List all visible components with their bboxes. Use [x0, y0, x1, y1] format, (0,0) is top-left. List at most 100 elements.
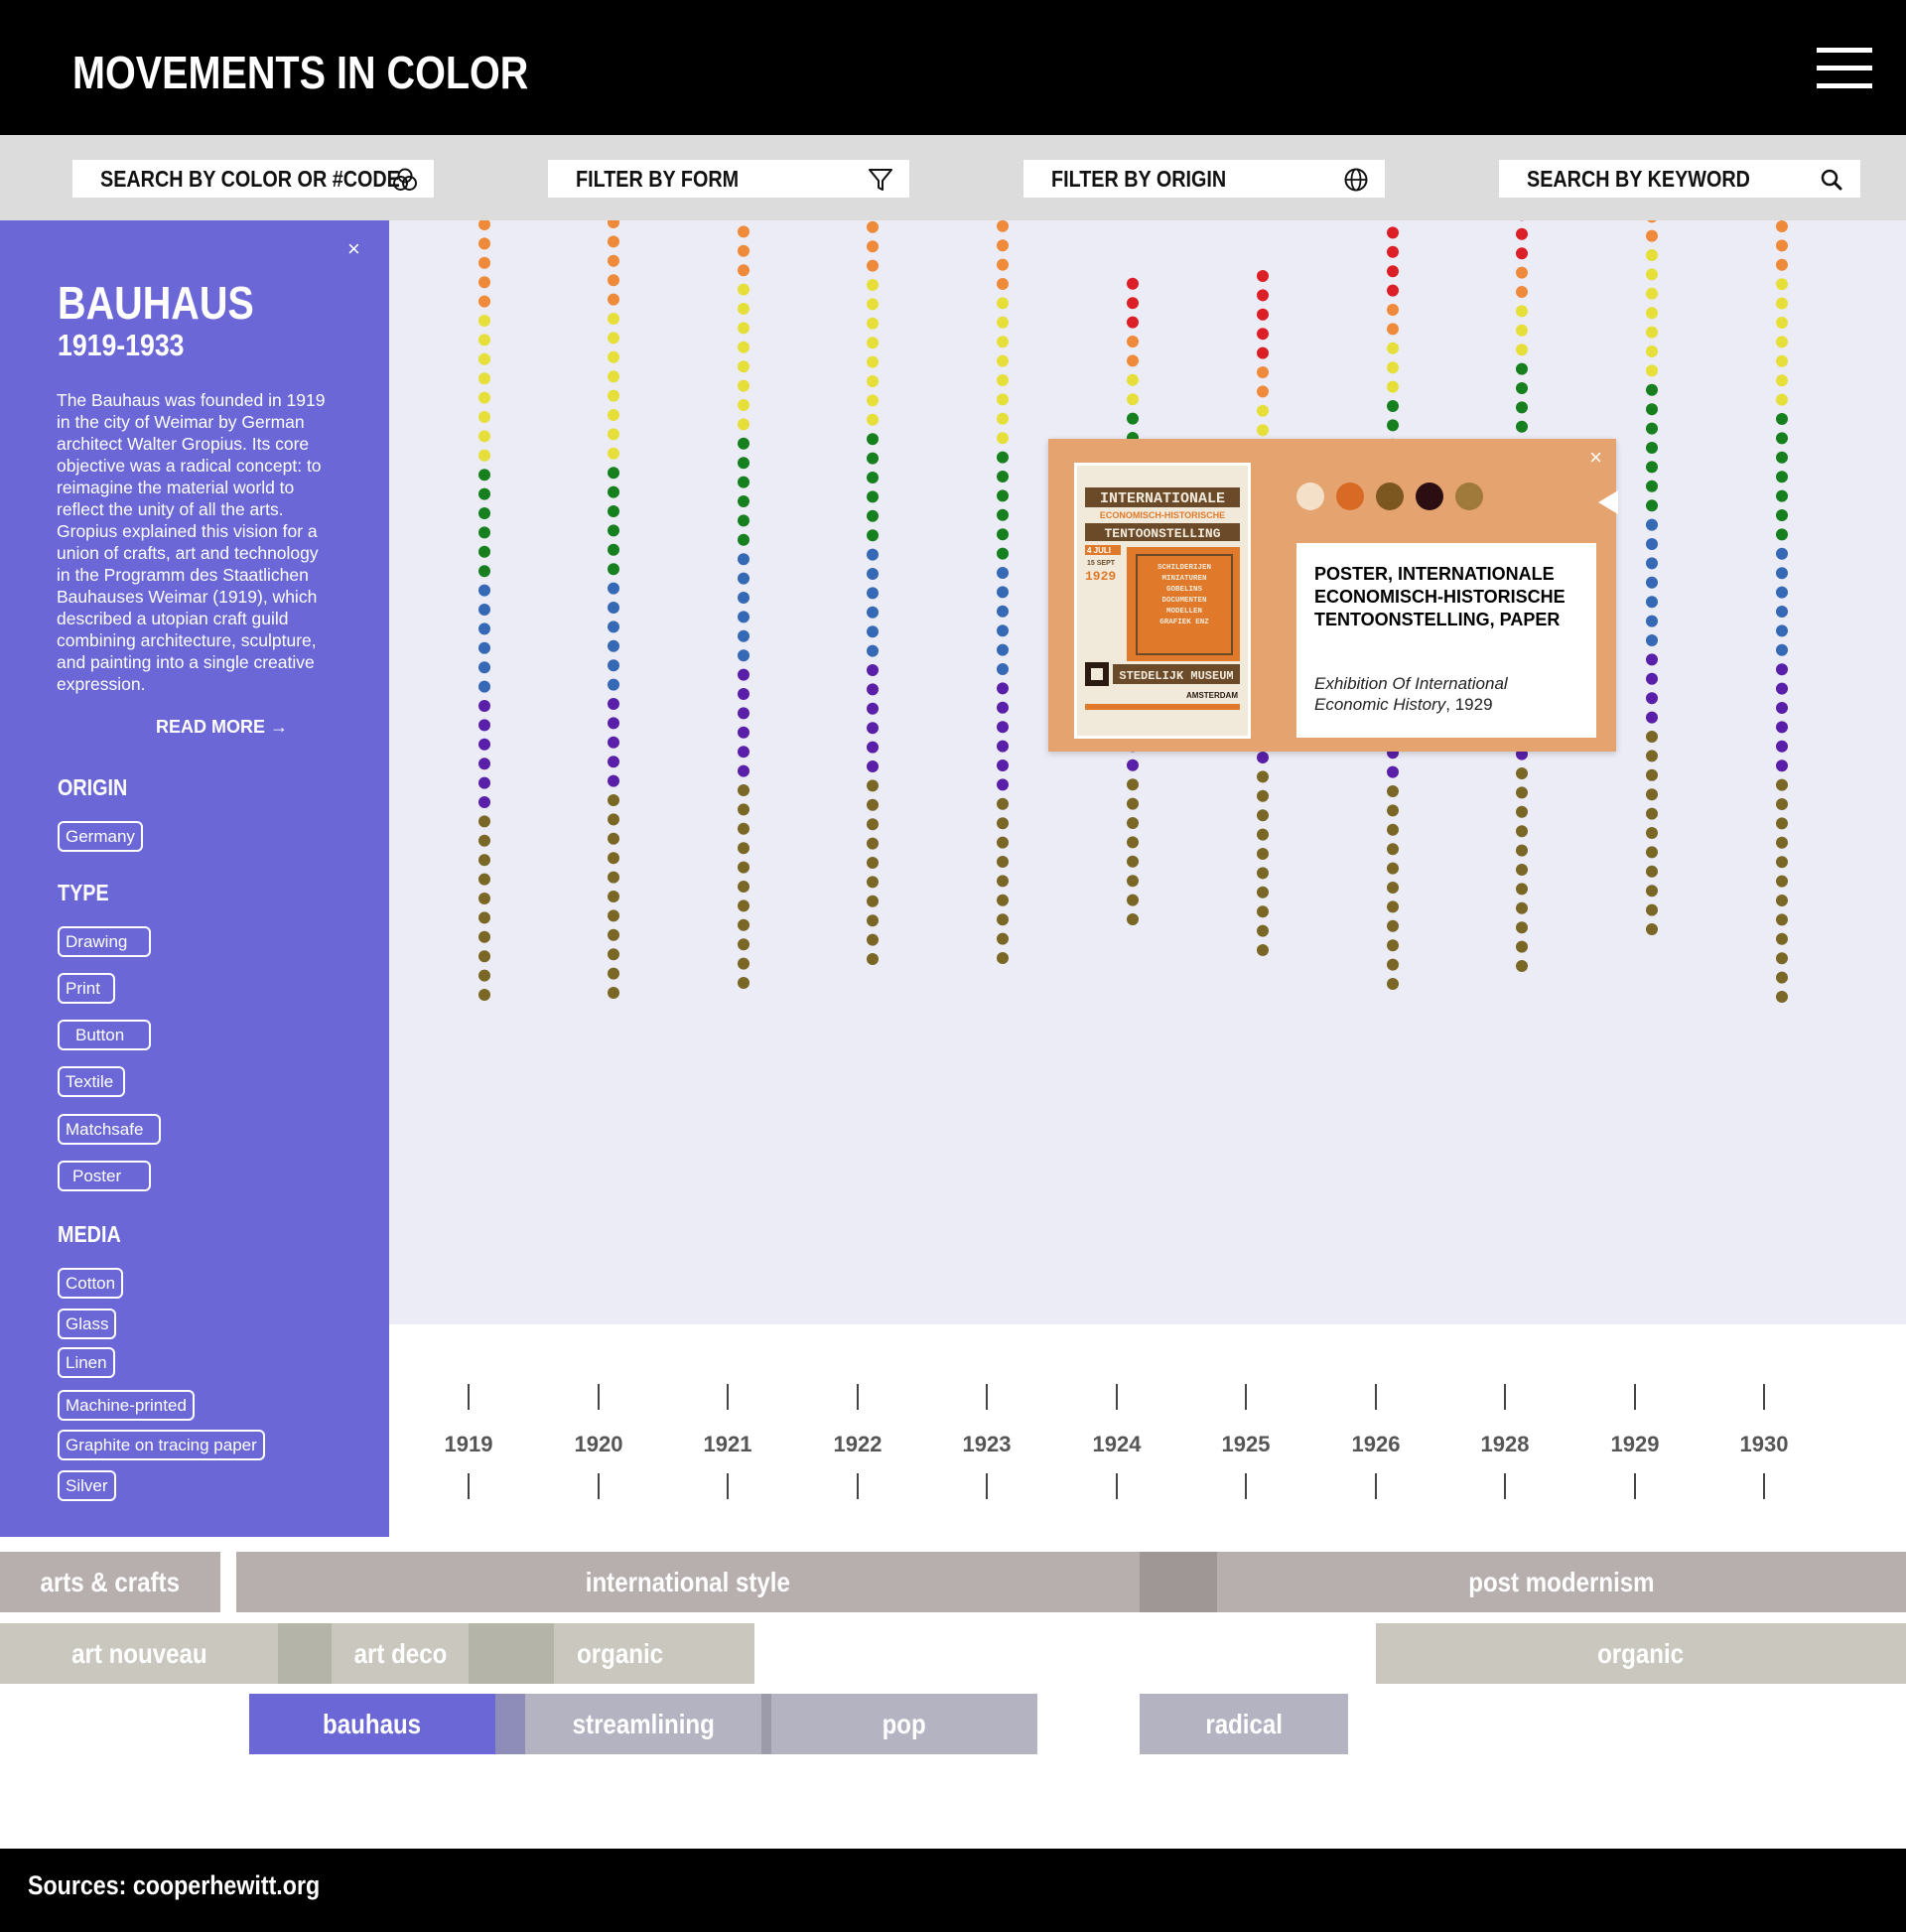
color-dot[interactable]	[738, 533, 749, 546]
color-dot[interactable]	[608, 928, 619, 941]
color-dot[interactable]	[608, 852, 619, 865]
color-dot[interactable]	[478, 276, 490, 289]
color-dot[interactable]	[1516, 305, 1528, 318]
read-more-link[interactable]: READ MORE →	[156, 717, 288, 738]
color-dot[interactable]	[478, 449, 490, 462]
color-dot[interactable]	[867, 722, 879, 735]
color-dot[interactable]	[997, 432, 1009, 445]
color-dot[interactable]	[1257, 366, 1269, 378]
media-chip[interactable]: Linen	[58, 1347, 115, 1378]
color-dot[interactable]	[608, 659, 619, 672]
color-dot[interactable]	[478, 220, 490, 230]
color-dot[interactable]	[738, 918, 749, 931]
color-dot[interactable]	[738, 803, 749, 816]
color-dot[interactable]	[1127, 373, 1139, 386]
color-dot[interactable]	[997, 778, 1009, 791]
color-dot[interactable]	[1127, 393, 1139, 406]
color-dot[interactable]	[608, 678, 619, 691]
color-dot[interactable]	[738, 592, 749, 604]
color-dot[interactable]	[1257, 848, 1269, 860]
color-dot[interactable]	[1387, 823, 1399, 836]
color-dot[interactable]	[1516, 344, 1528, 356]
color-dot[interactable]	[1646, 307, 1658, 320]
color-dot[interactable]	[1776, 336, 1788, 348]
color-dot[interactable]	[1127, 913, 1139, 925]
color-dot[interactable]	[1127, 277, 1139, 290]
color-dot[interactable]	[1776, 798, 1788, 810]
color-dot[interactable]	[997, 316, 1009, 329]
color-dot[interactable]	[1127, 875, 1139, 888]
color-dot[interactable]	[997, 586, 1009, 599]
color-dot[interactable]	[608, 332, 619, 345]
color-dot[interactable]	[738, 899, 749, 912]
color-dot[interactable]	[1387, 380, 1399, 393]
color-dot[interactable]	[1387, 900, 1399, 913]
color-dot[interactable]	[867, 279, 879, 291]
color-dot[interactable]	[1127, 412, 1139, 425]
color-dot[interactable]	[867, 779, 879, 792]
color-dot[interactable]	[1387, 284, 1399, 297]
color-dot[interactable]	[738, 244, 749, 257]
color-dot[interactable]	[1257, 924, 1269, 937]
color-dot[interactable]	[1776, 509, 1788, 521]
color-dot[interactable]	[1516, 362, 1528, 375]
movement-band-bauhaus[interactable]: bauhaus	[249, 1694, 495, 1754]
color-dot[interactable]	[478, 950, 490, 963]
color-dot[interactable]	[738, 746, 749, 759]
color-dot[interactable]	[478, 700, 490, 712]
color-dot[interactable]	[1127, 316, 1139, 329]
color-dot[interactable]	[1257, 346, 1269, 359]
color-dot[interactable]	[997, 952, 1009, 964]
type-chip[interactable]: Print	[58, 973, 115, 1004]
color-dot[interactable]	[997, 547, 1009, 560]
color-dot[interactable]	[738, 977, 749, 989]
color-dot[interactable]	[738, 437, 749, 450]
movement-band-international-style[interactable]: international style	[236, 1552, 1140, 1612]
color-dot[interactable]	[1646, 345, 1658, 357]
color-dot[interactable]	[1257, 770, 1269, 783]
color-dot[interactable]	[1387, 304, 1399, 316]
color-dot[interactable]	[1646, 326, 1658, 339]
form-filter-dropdown[interactable]: FILTER BY FORM	[548, 160, 909, 198]
color-dot[interactable]	[997, 913, 1009, 926]
color-dot[interactable]	[1776, 393, 1788, 406]
color-dot[interactable]	[738, 629, 749, 642]
color-dot[interactable]	[997, 643, 1009, 656]
color-dot[interactable]	[608, 350, 619, 363]
color-dot[interactable]	[608, 698, 619, 710]
color-dot[interactable]	[997, 354, 1009, 367]
color-dot[interactable]	[867, 914, 879, 927]
color-dot[interactable]	[997, 817, 1009, 830]
color-dot[interactable]	[738, 726, 749, 739]
color-dot[interactable]	[608, 235, 619, 248]
color-dot[interactable]	[1257, 905, 1269, 918]
color-dot[interactable]	[478, 352, 490, 365]
color-dot[interactable]	[1776, 471, 1788, 483]
color-dot[interactable]	[997, 451, 1009, 464]
color-dot[interactable]	[867, 298, 879, 311]
color-dot[interactable]	[1646, 672, 1658, 685]
color-dot[interactable]	[478, 930, 490, 943]
color-dot[interactable]	[867, 509, 879, 522]
movement-band-organic[interactable]: organic	[554, 1623, 754, 1684]
color-dot[interactable]	[478, 430, 490, 443]
color-dot[interactable]	[867, 953, 879, 965]
color-dot[interactable]	[1646, 499, 1658, 512]
color-dot[interactable]	[867, 625, 879, 638]
color-dot[interactable]	[1646, 865, 1658, 878]
color-dot[interactable]	[1776, 682, 1788, 695]
color-dot[interactable]	[1776, 778, 1788, 791]
color-dot[interactable]	[1646, 461, 1658, 474]
color-dot[interactable]	[997, 374, 1009, 386]
color-dot[interactable]	[608, 948, 619, 961]
color-dot[interactable]	[1776, 606, 1788, 618]
color-dot[interactable]	[1646, 788, 1658, 801]
color-dot[interactable]	[478, 526, 490, 539]
color-dot[interactable]	[608, 293, 619, 306]
color-dot[interactable]	[608, 389, 619, 402]
color-dot[interactable]	[1516, 940, 1528, 953]
color-dot[interactable]	[997, 471, 1009, 483]
color-dot[interactable]	[1646, 268, 1658, 281]
color-dot[interactable]	[738, 225, 749, 238]
color-dot[interactable]	[738, 379, 749, 392]
